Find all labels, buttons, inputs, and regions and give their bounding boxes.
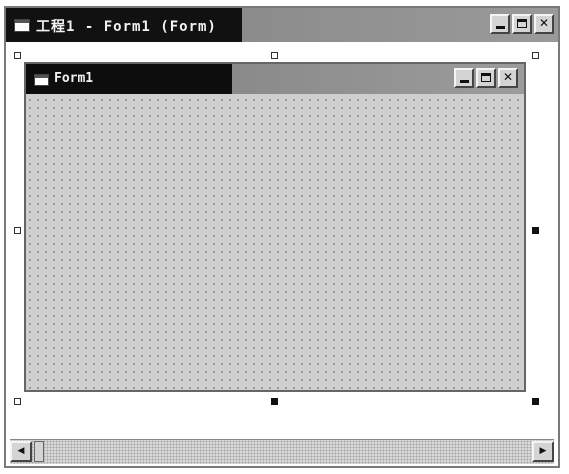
designer-maximize-button[interactable] — [512, 14, 532, 34]
resize-handle-bottom-right[interactable] — [532, 398, 539, 405]
form-icon — [34, 74, 49, 86]
designer-minimize-button[interactable] — [490, 14, 510, 34]
resize-handle-bottom-left — [14, 398, 21, 405]
project-form-designer-window: 工程1 - Form1 (Form) ✕ Form1 ✕ ◀ ▶ — [4, 6, 560, 468]
scroll-left-button[interactable]: ◀ — [10, 441, 32, 462]
arrow-left-icon: ◀ — [17, 446, 25, 456]
form1-maximize-button[interactable] — [476, 68, 496, 88]
form1-window[interactable]: Form1 ✕ — [24, 62, 526, 392]
close-icon: ✕ — [502, 70, 514, 84]
form1-title-bar[interactable]: Form1 ✕ — [26, 64, 524, 94]
scrollbar-thumb[interactable] — [34, 441, 44, 462]
horizontal-scrollbar[interactable]: ◀ ▶ — [10, 439, 554, 464]
minimize-icon — [460, 80, 469, 83]
resize-handle-bottom-center[interactable] — [271, 398, 278, 405]
designer-window-title: 工程1 - Form1 (Form) — [36, 19, 217, 35]
scroll-right-button[interactable]: ▶ — [532, 441, 554, 462]
designer-title-bar[interactable]: 工程1 - Form1 (Form) ✕ — [6, 8, 558, 42]
resize-handle-middle-right[interactable] — [532, 227, 539, 234]
designer-close-button[interactable]: ✕ — [534, 14, 554, 34]
resize-handle-middle-left — [14, 227, 21, 234]
form1-title: Form1 — [54, 71, 94, 86]
form1-minimize-button[interactable] — [454, 68, 474, 88]
resize-handle-top-center — [271, 52, 278, 59]
resize-handle-top-left — [14, 52, 21, 59]
form1-close-button[interactable]: ✕ — [498, 68, 518, 88]
arrow-right-icon: ▶ — [539, 446, 547, 456]
designer-caption-buttons: ✕ — [490, 14, 554, 34]
maximize-icon — [481, 73, 491, 82]
form-design-surface[interactable]: Form1 ✕ — [6, 42, 558, 438]
close-icon: ✕ — [538, 16, 550, 30]
minimize-icon — [496, 26, 505, 29]
resize-handle-top-right — [532, 52, 539, 59]
form1-caption-buttons: ✕ — [454, 68, 518, 88]
form-window-icon — [14, 19, 30, 32]
maximize-icon — [517, 19, 527, 28]
